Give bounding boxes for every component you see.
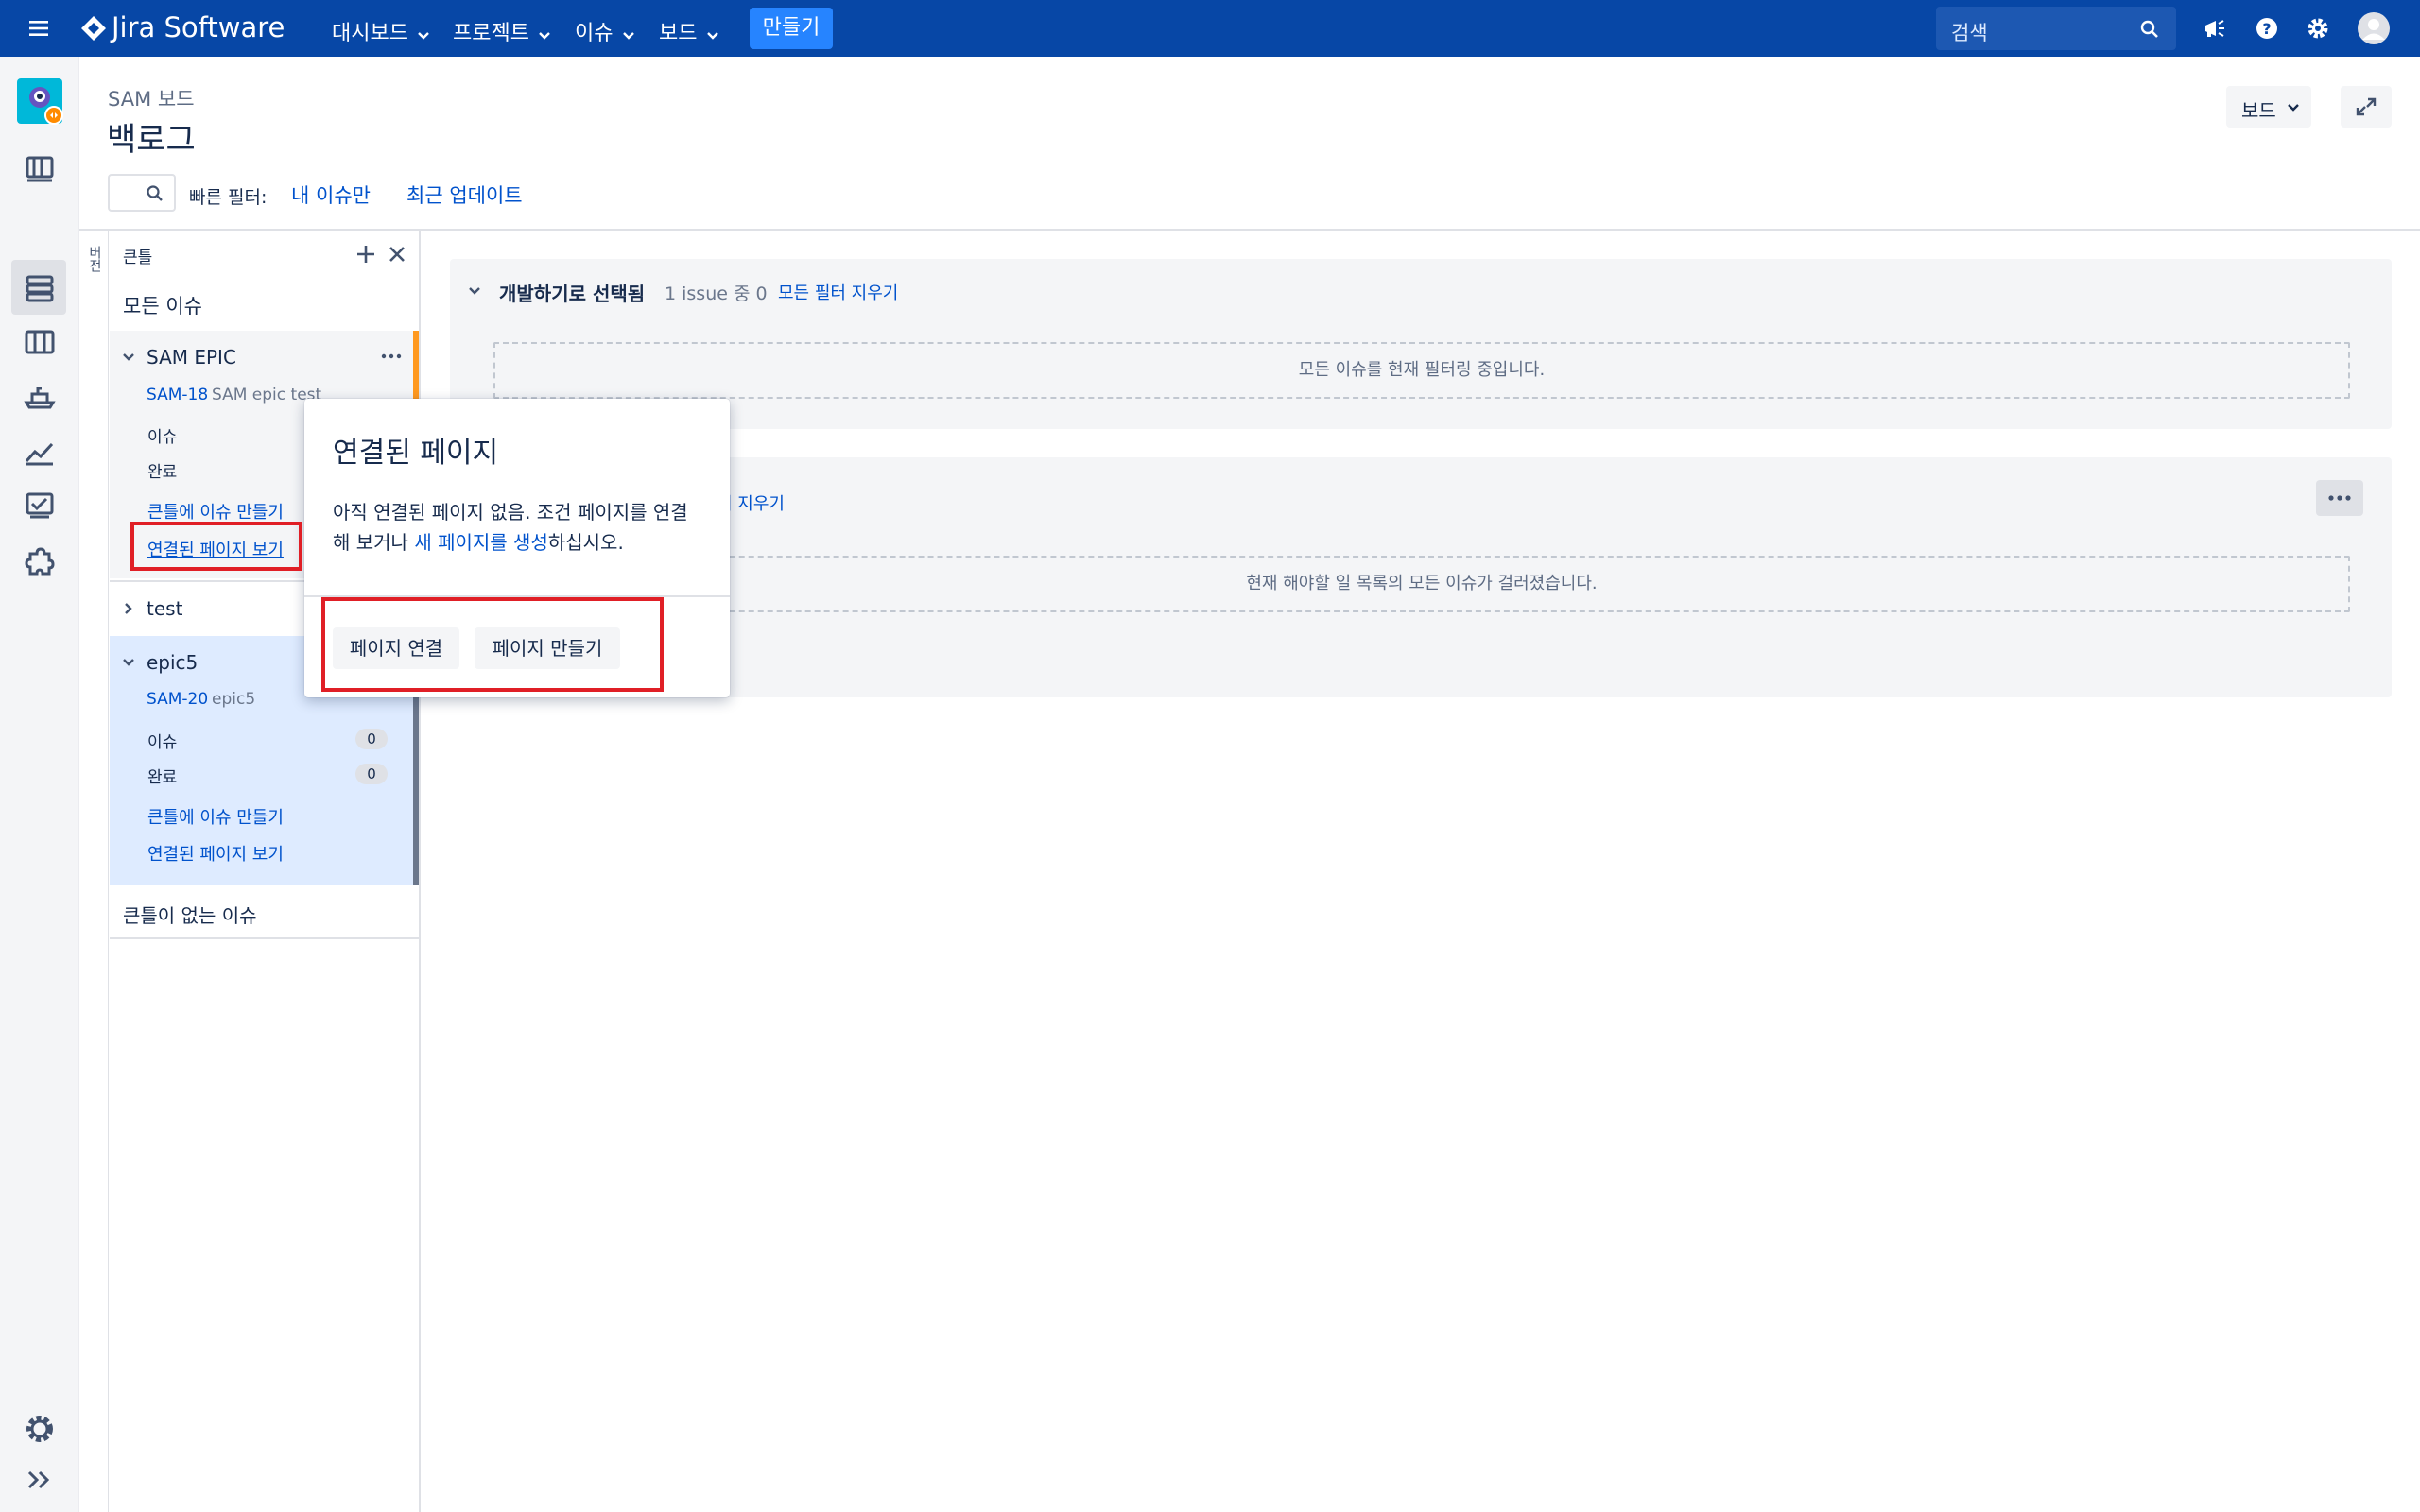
backlog-more-button[interactable] <box>2316 480 2363 516</box>
project-avatar-icon[interactable] <box>17 78 64 126</box>
nav-menu-dashboards[interactable]: 대시보드 <box>332 16 430 46</box>
popover-body-prefix: 해 보거나 <box>333 531 415 554</box>
epic-name: test <box>147 597 183 620</box>
header-divider <box>79 229 2420 231</box>
clear-filters-link[interactable]: 모든 필터 지우기 <box>778 280 898 304</box>
search-icon <box>147 185 163 201</box>
quick-filter-recently-updated[interactable]: 최근 업데이트 <box>406 180 523 209</box>
backlog-empty-dropzone: 현재 해야할 일 목록의 모든 이슈가 걸러졌습니다. <box>493 556 2350 612</box>
backlog-empty-text: 현재 해야할 일 목록의 모든 이슈가 걸러졌습니다. <box>1246 574 1598 593</box>
epic-divider <box>110 937 419 939</box>
settings-icon[interactable] <box>2306 16 2330 41</box>
issues-icon[interactable] <box>19 486 60 527</box>
nav-menu-label: 프로젝트 <box>453 22 529 45</box>
expand-sidebar-icon[interactable] <box>19 1459 60 1501</box>
search-placeholder: 검색 <box>1951 22 1988 44</box>
menu-icon[interactable] <box>28 18 49 39</box>
brand-name[interactable]: Jira Software <box>112 11 285 43</box>
board-menu-label: 보드 <box>2241 99 2276 122</box>
epic-issues-count: 0 <box>355 729 388 749</box>
epic-key[interactable]: SAM-20 <box>147 690 208 709</box>
backlog-search-input[interactable] <box>108 174 176 212</box>
sprint-title[interactable]: 개발하기로 선택됨 <box>499 279 645 306</box>
epic-done-label: 완료 <box>147 463 178 482</box>
reports-icon[interactable] <box>19 431 60 472</box>
chevron-down-icon <box>706 31 718 40</box>
highlight-box-popover-buttons <box>321 597 664 692</box>
all-issues-item[interactable]: 모든 이슈 <box>123 291 202 319</box>
help-icon[interactable]: ? <box>2255 16 2279 41</box>
close-icon[interactable] <box>387 244 407 265</box>
sprint-empty-text: 모든 이슈를 현재 필터링 중입니다. <box>1298 360 1546 380</box>
search-icon <box>2140 20 2158 38</box>
create-issue-in-epic-link[interactable]: 큰틀에 이슈 만들기 <box>147 804 284 829</box>
chevron-down-icon <box>539 31 550 40</box>
create-new-page-link[interactable]: 새 페이지를 생성 <box>414 531 548 554</box>
addons-icon[interactable] <box>19 541 60 582</box>
chevron-down-icon[interactable] <box>467 284 482 299</box>
chevron-down-icon <box>2288 104 2299 112</box>
nav-menu-label: 보드 <box>659 22 698 45</box>
epic-issues-label: 이슈 <box>147 428 178 447</box>
page-title: 백로그 <box>107 121 196 159</box>
epic-name: SAM EPIC <box>147 346 236 369</box>
breadcrumb[interactable]: SAM 보드 <box>108 84 195 112</box>
quick-filter-my-issues[interactable]: 내 이슈만 <box>291 180 371 209</box>
epic-done-label: 완료 <box>147 768 178 787</box>
popover-body-line: 아직 연결된 페이지 없음. 조건 페이지를 연결 <box>333 501 688 524</box>
sprint-issue-count: 1 issue 중 0 <box>665 284 768 304</box>
chevron-down-icon[interactable] <box>121 655 136 670</box>
view-linked-pages-link[interactable]: 연결된 페이지 보기 <box>147 841 284 866</box>
project-sidebar <box>0 57 79 1512</box>
top-navigation: Jira Software 대시보드 프로젝트 이슈 보드 만들기 검색 ? <box>0 0 2420 57</box>
versions-tab-label: 버전 <box>87 246 102 272</box>
releases-icon[interactable] <box>19 376 60 418</box>
roadmap-icon[interactable] <box>19 147 60 189</box>
popover-title: 연결된 페이지 <box>333 437 499 470</box>
nav-menu-label: 이슈 <box>575 22 614 45</box>
highlight-box-linked-pages-link <box>130 522 302 571</box>
board-menu-button[interactable]: 보드 <box>2226 86 2311 128</box>
epic-panel-title: 큰틀 <box>123 249 153 267</box>
chevron-down-icon[interactable] <box>121 350 136 365</box>
svg-text:?: ? <box>2262 20 2271 38</box>
nav-menu-issues[interactable]: 이슈 <box>575 16 635 46</box>
popover-body: 아직 연결된 페이지 없음. 조건 페이지를 연결 해 보거나 새 페이지를 생… <box>333 497 711 558</box>
backlog-icon[interactable] <box>19 267 60 309</box>
chevron-down-icon <box>418 31 429 40</box>
sprint-empty-dropzone: 모든 이슈를 현재 필터링 중입니다. <box>493 342 2350 399</box>
fullscreen-button[interactable] <box>2341 86 2392 128</box>
epic-issues-label: 이슈 <box>147 733 178 752</box>
board-icon[interactable] <box>19 321 60 363</box>
popover-body-line: 해 보거나 새 페이지를 생성하십시오. <box>333 527 711 558</box>
avatar-icon[interactable] <box>2358 12 2390 44</box>
chevron-down-icon <box>622 31 634 40</box>
settings-icon[interactable] <box>19 1408 60 1450</box>
epic-summary: epic5 <box>212 690 256 709</box>
popover-body-suffix: 하십시오. <box>547 531 624 554</box>
search-input[interactable]: 검색 <box>1936 7 2176 50</box>
fullscreen-icon <box>2356 97 2377 116</box>
epic-key[interactable]: SAM-18 <box>147 386 208 404</box>
create-issue-in-epic-link[interactable]: 큰틀에 이슈 만들기 <box>147 499 284 524</box>
issues-without-epic-item[interactable]: 큰틀이 없는 이슈 <box>123 901 257 928</box>
nav-menu-label: 대시보드 <box>332 22 408 45</box>
epic-name: epic5 <box>147 651 199 674</box>
add-epic-icon[interactable] <box>355 244 376 265</box>
chevron-right-icon[interactable] <box>121 601 136 616</box>
nav-menu-boards[interactable]: 보드 <box>659 16 719 46</box>
more-icon <box>2328 495 2351 501</box>
versions-tab[interactable]: 버전 <box>81 238 108 285</box>
more-icon[interactable] <box>380 350 403 363</box>
jira-logo-icon[interactable] <box>79 14 108 43</box>
create-button[interactable]: 만들기 <box>750 8 833 49</box>
megaphone-icon[interactable] <box>2203 16 2227 41</box>
epic-done-count: 0 <box>355 764 388 784</box>
quick-filters-label: 빠른 필터: <box>189 187 268 208</box>
nav-menu-projects[interactable]: 프로젝트 <box>453 16 551 46</box>
